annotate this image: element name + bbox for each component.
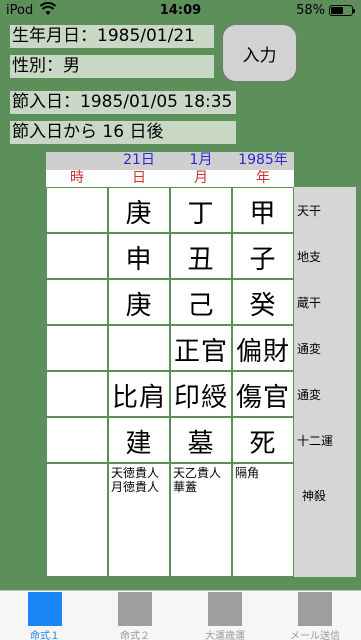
battery-percent: 58% <box>296 3 325 18</box>
row-label: 蔵干 <box>294 279 356 325</box>
grid-value: 丑 <box>187 245 215 275</box>
row-label: 通変 <box>294 325 356 371</box>
grid-value: 甲 <box>249 199 277 229</box>
grid-value: 丁 <box>187 199 215 229</box>
grid-value <box>108 331 170 365</box>
days-after-field: 節入日から 16 日後 <box>10 121 236 144</box>
shinsatsu-value: 天乙貴人 華蓋 <box>173 466 222 494</box>
grid-value: 癸 <box>249 291 277 321</box>
grid-value: 建 <box>125 429 153 459</box>
column-date: 21日 <box>123 152 155 168</box>
tab-label: 命式１ <box>30 631 60 640</box>
shinsatsu-value: 隔角 <box>235 466 260 480</box>
column-kind: 日 <box>132 170 146 186</box>
grid-value: 己 <box>187 291 215 321</box>
setsu-date-field: 節入日：1985/01/05 18:35 <box>10 91 236 114</box>
grid-value <box>46 331 108 365</box>
grid-value: 傷官 <box>235 383 290 413</box>
row-label: 通変 <box>294 371 356 417</box>
grid-value: 正官 <box>173 337 228 367</box>
tab-icon <box>28 592 62 626</box>
row-label: 天干 <box>294 187 356 233</box>
grid-value <box>46 239 108 273</box>
grid-value <box>46 285 108 319</box>
grid-value <box>46 377 108 411</box>
row-label-shinsatsu: 神殺 <box>294 463 356 577</box>
grid-value: 子 <box>249 245 277 275</box>
column-date: 1985年 <box>238 152 288 168</box>
tab-label: メール送信 <box>290 631 340 640</box>
grid-cell <box>46 463 108 577</box>
tab-icon <box>118 592 152 626</box>
column-kind-hour: 時 <box>70 170 84 186</box>
status-bar: iPod 14:09 58% <box>0 0 361 22</box>
column-kind: 年 <box>256 170 270 186</box>
grid-value: 印綬 <box>173 383 228 413</box>
input-button[interactable]: 入力 <box>222 24 297 82</box>
row-label: 十二運 <box>294 417 356 463</box>
grid-value: 庚 <box>125 291 153 321</box>
grid-value <box>46 423 108 457</box>
shinsatsu-value: 天徳貴人 月徳貴人 <box>111 466 160 494</box>
gender-field: 性別：男 <box>10 55 214 78</box>
grid-value: 偏財 <box>235 337 290 367</box>
tab-icon <box>208 592 242 626</box>
tab-label: 命式２ <box>120 631 150 640</box>
grid-cell <box>232 463 294 577</box>
grid-value: 墓 <box>187 429 215 459</box>
tab-daiun-saiun[interactable]: 大運歳運 <box>180 591 270 640</box>
battery-icon <box>329 5 355 16</box>
grid-value: 申 <box>125 245 153 275</box>
column-kind: 月 <box>194 170 208 186</box>
birthdate-field: 生年月日：1985/01/21 <box>10 25 214 48</box>
column-date: 1月 <box>189 152 213 168</box>
grid-value: 比肩 <box>111 383 166 413</box>
grid-value: 死 <box>249 429 277 459</box>
grid-value <box>46 193 108 227</box>
grid-value: 庚 <box>125 199 153 229</box>
tab-meishiki-2[interactable]: 命式２ <box>90 591 180 640</box>
row-label: 地支 <box>294 233 356 279</box>
tab-label: 大運歳運 <box>205 631 245 640</box>
tab-icon <box>298 592 332 626</box>
tab-bar: 命式１ 命式２ 大運歳運 メール送信 <box>0 590 361 640</box>
tab-mail-send[interactable]: メール送信 <box>270 591 360 640</box>
tab-meishiki-1[interactable]: 命式１ <box>0 591 90 640</box>
